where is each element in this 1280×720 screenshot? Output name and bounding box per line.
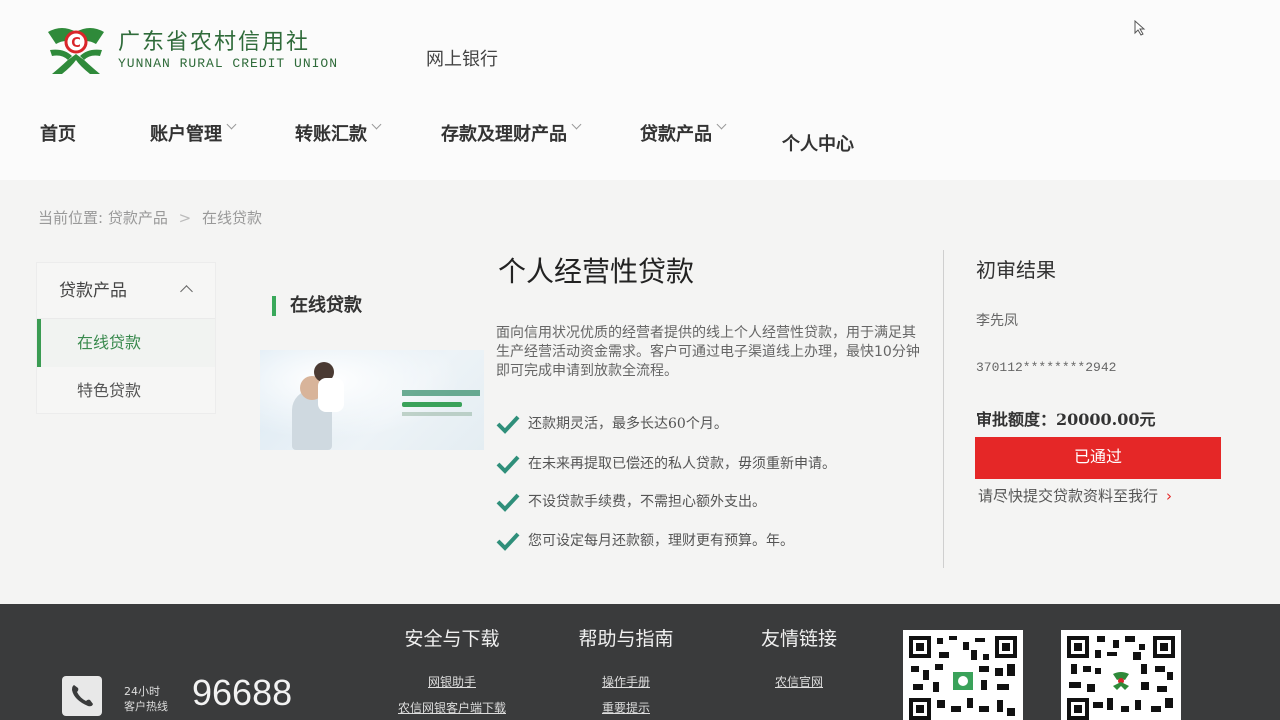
nav-item-deposit[interactable]: 存款及理财产品	[441, 119, 582, 146]
approved-status-button[interactable]: 已通过	[975, 437, 1221, 479]
phone-icon	[62, 676, 102, 716]
approved-amount: 审批额度：20000.00元	[976, 410, 1156, 429]
feature-item: 您可设定每月还款额，理财更有预算。年。	[496, 530, 794, 551]
applicant-id-number: 370112********2942	[976, 360, 1117, 375]
rural-credit-logo-icon[interactable]: C	[44, 22, 108, 76]
main-nav: 首页 账户管理 转账汇款 存款及理财产品 贷款产品 个人中心	[0, 110, 1280, 160]
chevron-down-icon	[716, 119, 727, 130]
page-footer: 24小时 客户热线 96688 安全与下载 网银助手 农信网银客户端下载 帮助与…	[0, 604, 1280, 720]
footer-link-manual[interactable]: 操作手册	[574, 669, 678, 695]
sidebar-item-online-loan[interactable]: 在线贷款	[37, 319, 215, 367]
feature-item: 不设贷款手续费，不需担心额外支出。	[496, 491, 766, 512]
hotline-number: 96688	[192, 672, 293, 713]
ebank-label: 网上银行	[426, 49, 498, 70]
footer-col-help: 帮助与指南 操作手册 重要提示	[574, 624, 678, 720]
footer-link-official-site[interactable]: 农信官网	[756, 669, 842, 695]
footer-link-notice[interactable]: 重要提示	[574, 695, 678, 720]
page-header: C 广东省农村信用社 YUNNAN RURAL CREDIT UNION 网上银…	[0, 0, 1280, 180]
section-title: 在线贷款	[272, 296, 362, 316]
hotline-label: 24小时 客户热线	[124, 685, 168, 713]
check-icon	[496, 455, 520, 474]
qr-code-icon	[903, 630, 1023, 720]
breadcrumb: 当前位置: 贷款产品 > 在线贷款	[38, 209, 263, 227]
nav-item-personal[interactable]: 个人中心	[782, 130, 854, 156]
chevron-up-icon	[180, 285, 193, 298]
brand-name-cn: 广东省农村信用社	[118, 30, 311, 55]
footer-col-links: 友情链接 农信官网	[756, 624, 842, 695]
chevron-down-icon	[226, 119, 237, 130]
sidebar: 贷款产品 在线贷款 特色贷款	[36, 262, 216, 414]
nav-item-home[interactable]: 首页	[40, 120, 76, 146]
brand-name-en: YUNNAN RURAL CREDIT UNION	[118, 56, 339, 71]
product-title: 个人经营性贷款	[498, 255, 695, 288]
divider	[943, 250, 944, 568]
check-icon	[496, 532, 520, 551]
promo-banner[interactable]	[260, 350, 484, 450]
feature-item: 还款期灵活，最多长达60个月。	[496, 413, 728, 434]
product-description: 面向信用状况优质的经营者提供的线上个人经营性贷款，用于满足其生产经营活动资金需求…	[496, 325, 920, 379]
submit-documents-link[interactable]: 请尽快提交贷款资料至我行 ›	[978, 485, 1172, 506]
nav-item-account[interactable]: 账户管理	[150, 119, 237, 146]
mouse-cursor-icon	[1134, 20, 1146, 36]
breadcrumb-link-loan[interactable]: 贷款产品	[108, 209, 168, 227]
chevron-right-icon: ›	[1166, 487, 1173, 505]
sidebar-header[interactable]: 贷款产品	[37, 263, 215, 319]
footer-link-client-download[interactable]: 农信网银客户端下载	[396, 695, 508, 720]
chevron-down-icon	[371, 119, 382, 130]
chevron-down-icon	[571, 119, 582, 130]
footer-col-security: 安全与下载 网银助手 农信网银客户端下载	[396, 624, 508, 720]
svg-text:C: C	[71, 36, 81, 51]
nav-item-transfer[interactable]: 转账汇款	[295, 119, 382, 146]
result-title: 初审结果	[976, 258, 1056, 282]
check-icon	[496, 415, 520, 434]
check-icon	[496, 493, 520, 512]
applicant-name: 李先凤	[976, 313, 1018, 329]
nav-item-loan[interactable]: 贷款产品	[640, 119, 727, 146]
qr-code-icon	[1061, 630, 1181, 720]
feature-item: 在未来再提取已偿还的私人贷款，毋须重新申请。	[496, 453, 836, 474]
breadcrumb-current: 在线贷款	[202, 209, 263, 227]
footer-link-ebank-helper[interactable]: 网银助手	[396, 669, 508, 695]
sidebar-item-special-loan[interactable]: 特色贷款	[37, 367, 215, 415]
